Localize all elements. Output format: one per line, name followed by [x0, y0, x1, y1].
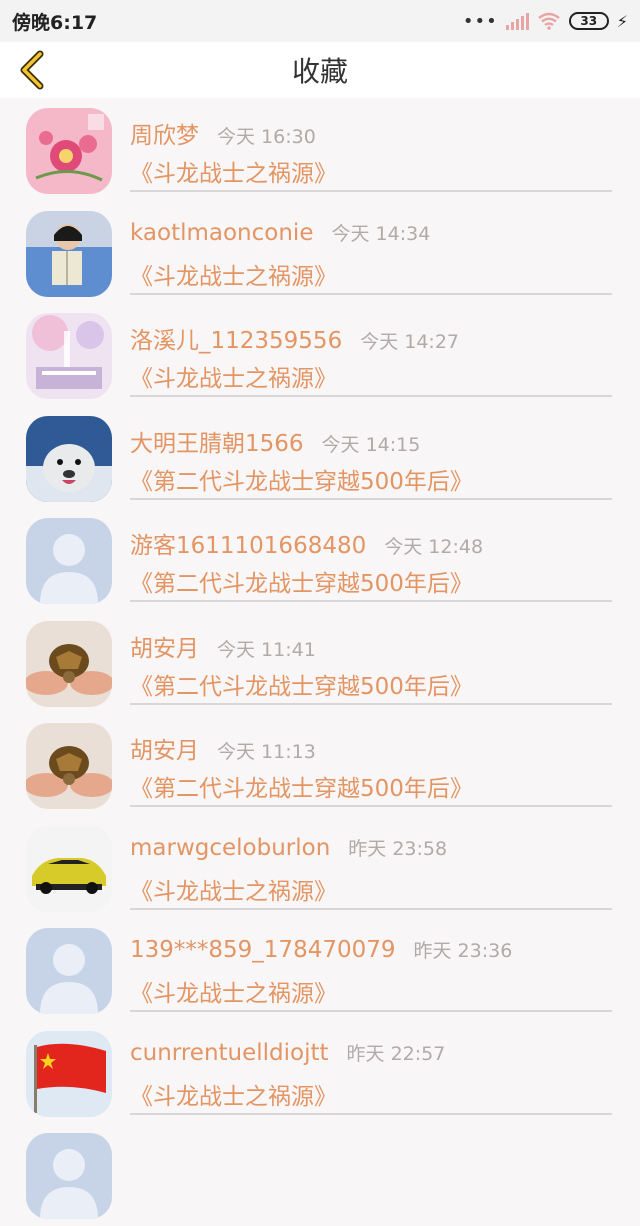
avatar[interactable]: [26, 1133, 112, 1219]
divider: [130, 190, 612, 192]
favorite-time: 今天 14:15: [321, 433, 421, 456]
user-name[interactable]: marwgceloburlon: [130, 835, 330, 861]
page-title: 收藏: [291, 55, 348, 88]
battery-level: 33: [580, 14, 598, 28]
divider: [130, 1010, 612, 1012]
divider: [130, 805, 612, 807]
name-line: 胡安月 今天 11:13: [130, 731, 316, 765]
favorite-item[interactable]: 游客1611101668480 今天 12:48 《第二代斗龙战士穿越500年后》: [0, 508, 640, 611]
favorite-time: 昨天 22:57: [346, 1042, 446, 1065]
avatar[interactable]: [26, 210, 112, 297]
avatar[interactable]: [26, 313, 112, 399]
nav-bar: 收藏: [0, 42, 640, 98]
name-line: 周欣梦 今天 16:30: [130, 116, 316, 150]
favorite-time: 今天 12:48: [384, 536, 484, 558]
name-line: marwgceloburlon 昨天 23:58: [130, 834, 447, 861]
favorite-item[interactable]: 周欣梦 今天 16:30 《斗龙战士之祸源》: [0, 98, 640, 201]
favorite-item[interactable]: kaotlmaonconie 今天 14:34 《斗龙战士之祸源》: [0, 201, 640, 304]
favorite-item-partial[interactable]: [0, 1123, 640, 1226]
signal-icon: [505, 12, 529, 30]
favorite-time: 今天 14:34: [331, 222, 431, 245]
user-name[interactable]: 大明王腈朝1566: [130, 424, 304, 458]
favorite-item[interactable]: 139***859_178470079 昨天 23:36 《斗龙战士之祸源》: [0, 918, 640, 1021]
name-line: kaotlmaonconie 今天 14:34: [130, 219, 430, 246]
status-bar: 傍晚6:17 ••• 33 ⚡: [0, 0, 640, 42]
avatar[interactable]: [26, 1030, 112, 1117]
name-line: 大明王腈朝1566 今天 14:15: [130, 424, 420, 458]
divider: [130, 292, 612, 295]
avatar[interactable]: [26, 108, 112, 194]
user-name[interactable]: kaotlmaonconie: [130, 220, 313, 246]
favorite-time: 今天 11:13: [217, 741, 316, 763]
avatar[interactable]: [26, 620, 112, 707]
more-dots-icon: •••: [462, 10, 498, 32]
wifi-icon: [537, 12, 560, 30]
work-title-link[interactable]: 《斗龙战士之祸源》: [130, 154, 337, 188]
favorite-time: 昨天 23:58: [348, 837, 448, 860]
user-name[interactable]: 周欣梦: [130, 116, 199, 150]
work-title-link[interactable]: 《斗龙战士之祸源》: [130, 257, 337, 291]
work-title-link[interactable]: 《斗龙战士之祸源》: [130, 974, 337, 1008]
name-line: 洛溪儿_112359556 今天 14:27: [130, 321, 459, 355]
favorite-item[interactable]: 大明王腈朝1566 今天 14:15 《第二代斗龙战士穿越500年后》: [0, 406, 640, 509]
back-arrow-icon[interactable]: [14, 50, 54, 90]
work-title-link[interactable]: 《斗龙战士之祸源》: [130, 872, 337, 906]
divider: [130, 702, 612, 705]
favorite-time: 昨天 23:36: [413, 940, 513, 962]
work-title-link[interactable]: 《第二代斗龙战士穿越500年后》: [130, 462, 473, 496]
avatar[interactable]: [26, 415, 112, 502]
favorite-item[interactable]: 胡安月 今天 11:13 《第二代斗龙战士穿越500年后》: [0, 713, 640, 816]
name-line: 139***859_178470079 昨天 23:36: [130, 936, 512, 963]
name-line: cunrrentuelldiojtt 昨天 22:57: [130, 1039, 445, 1066]
charging-icon: ⚡: [616, 11, 628, 31]
user-name[interactable]: cunrrentuelldiojtt: [130, 1040, 329, 1066]
user-name[interactable]: 洛溪儿_112359556: [130, 321, 342, 355]
avatar[interactable]: [26, 825, 112, 912]
favorite-item[interactable]: 洛溪儿_112359556 今天 14:27 《斗龙战士之祸源》: [0, 303, 640, 406]
status-time: 傍晚6:17: [12, 11, 98, 34]
divider: [130, 395, 612, 397]
avatar[interactable]: [26, 928, 112, 1014]
favorite-item[interactable]: cunrrentuelldiojtt 昨天 22:57 《斗龙战士之祸源》: [0, 1021, 640, 1124]
divider: [130, 497, 612, 500]
user-name[interactable]: 胡安月: [130, 629, 199, 663]
status-icons: ••• 33 ⚡: [463, 11, 628, 32]
favorite-time: 今天 16:30: [217, 126, 316, 148]
favorites-list: 周欣梦 今天 16:30 《斗龙战士之祸源》 kaotlmaonconie 今天 14:…: [0, 98, 640, 1226]
name-line: 胡安月 今天 11:41: [130, 629, 316, 663]
work-title-link[interactable]: 《第二代斗龙战士穿越500年后》: [130, 769, 473, 803]
work-title-link[interactable]: 《第二代斗龙战士穿越500年后》: [130, 564, 473, 598]
work-title-link[interactable]: 《第二代斗龙战士穿越500年后》: [130, 667, 473, 701]
work-title-link[interactable]: 《斗龙战士之祸源》: [130, 1077, 337, 1111]
divider: [130, 1112, 612, 1115]
user-name[interactable]: 胡安月: [130, 731, 199, 765]
favorite-item[interactable]: 胡安月 今天 11:41 《第二代斗龙战士穿越500年后》: [0, 611, 640, 714]
name-line: 游客1611101668480 今天 12:48: [130, 526, 483, 560]
work-title-link[interactable]: 《斗龙战士之祸源》: [130, 359, 337, 393]
favorite-item[interactable]: marwgceloburlon 昨天 23:58 《斗龙战士之祸源》: [0, 816, 640, 919]
divider: [130, 907, 612, 910]
favorite-time: 今天 11:41: [217, 638, 316, 661]
avatar[interactable]: [26, 518, 112, 604]
battery-icon: 33: [568, 12, 609, 30]
divider: [130, 600, 612, 602]
user-name[interactable]: 游客1611101668480: [130, 526, 366, 560]
avatar[interactable]: [26, 723, 112, 809]
user-name[interactable]: 139***859_178470079: [130, 937, 396, 963]
favorite-time: 今天 14:27: [360, 331, 459, 353]
